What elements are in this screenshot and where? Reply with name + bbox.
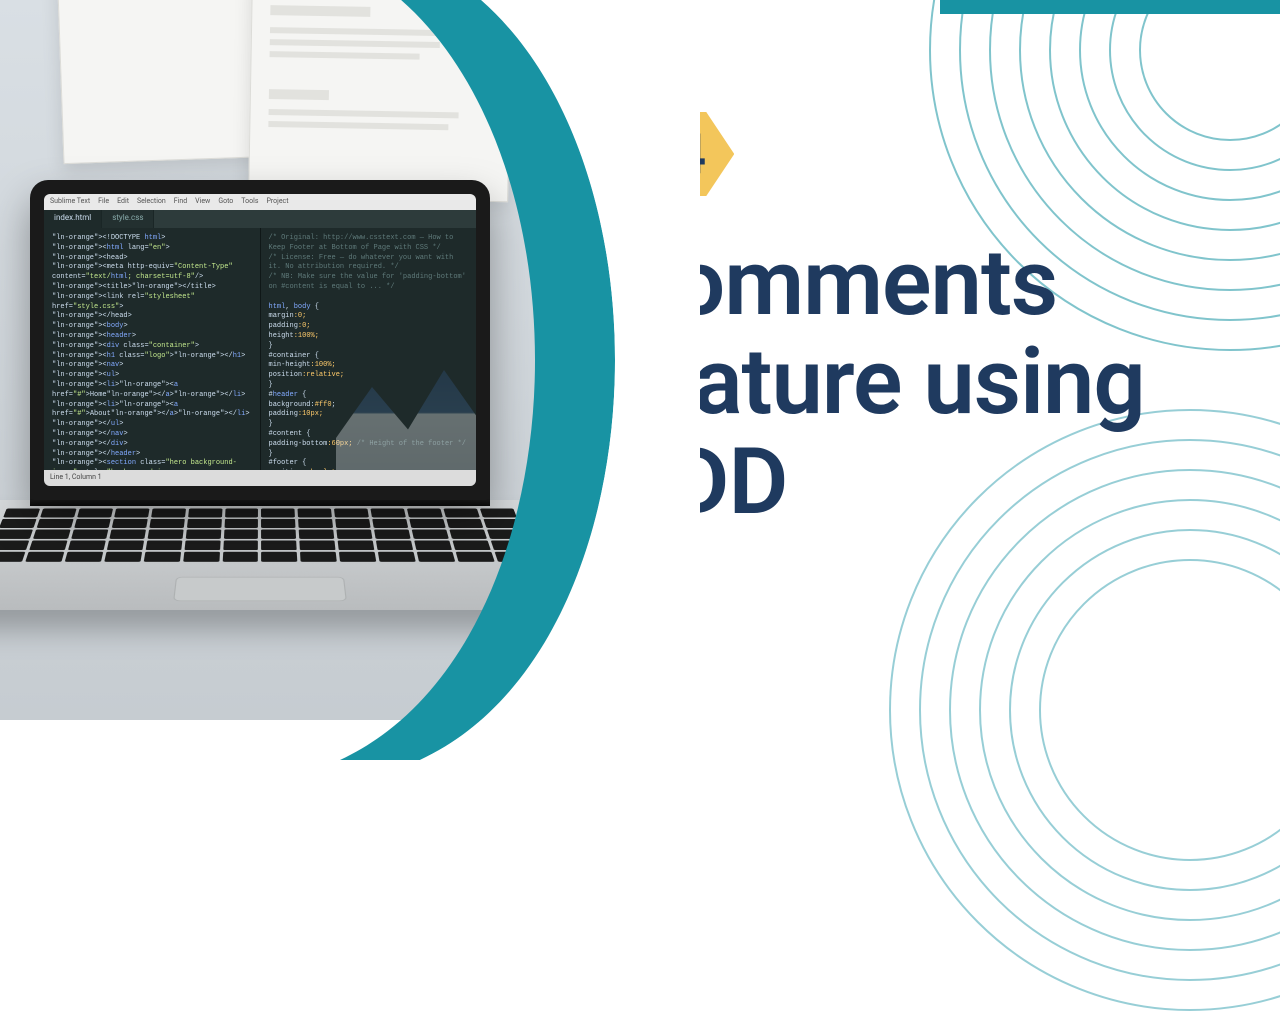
slide-title: Comments feature using TDD <box>614 234 1220 532</box>
episode-number-badge: 24 <box>614 112 734 196</box>
menubar-item: Find <box>174 197 187 207</box>
editor-menubar: Sublime Text File Edit Selection Find View Got… <box>44 194 476 210</box>
editor-tabbar: index.htmlstyle.css <box>44 210 476 228</box>
menubar-item: Edit <box>117 197 129 207</box>
laptop-keyboard-deck <box>0 500 600 610</box>
menubar-item: Selection <box>137 197 166 207</box>
editor-statusbar: Line 1, Column 1 <box>44 470 476 486</box>
hero-photo: Sublime Text File Edit Selection Find View Got… <box>0 0 600 720</box>
paper-document-right <box>248 0 512 202</box>
menubar-item: View <box>195 197 210 207</box>
top-accent-bar <box>940 0 1280 14</box>
laptop-trackpad <box>173 577 347 601</box>
editor-pane-html: "ln-orange"><!DOCTYPE html>"ln-orange"><… <box>44 228 260 470</box>
editor-tab: index.html <box>44 210 102 228</box>
laptop-screen-bezel: Sublime Text File Edit Selection Find View Got… <box>30 180 490 500</box>
menubar-item: Sublime Text <box>50 197 90 207</box>
menubar-item: File <box>98 197 109 207</box>
laptop-keys <box>0 509 536 567</box>
episode-number: 24 <box>642 126 706 182</box>
menubar-item: Goto <box>218 197 233 207</box>
laptop: Sublime Text File Edit Selection Find View Got… <box>0 180 550 700</box>
menubar-item: Project <box>266 197 288 207</box>
code-editor-screen: Sublime Text File Edit Selection Find View Got… <box>44 194 476 486</box>
editor-tab: style.css <box>102 210 154 228</box>
menubar-item: Tools <box>241 197 258 207</box>
